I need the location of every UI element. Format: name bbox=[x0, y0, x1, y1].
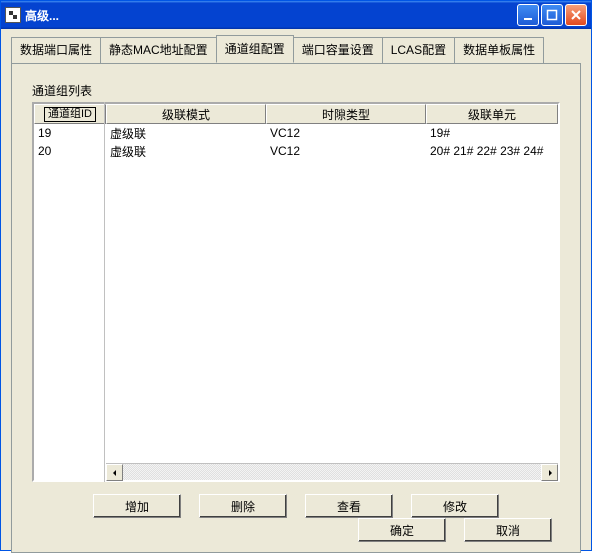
window-buttons bbox=[517, 4, 587, 26]
tab-panel: 通道组列表 通道组ID 级联模式 时隙类型 级联单元 19 虚级联 VC12 1… bbox=[11, 63, 581, 553]
cell-id: 20 bbox=[34, 144, 106, 158]
minimize-button[interactable] bbox=[517, 4, 539, 26]
horizontal-scrollbar[interactable] bbox=[106, 463, 558, 480]
modify-button[interactable]: 修改 bbox=[411, 494, 499, 518]
list-label: 通道组列表 bbox=[32, 82, 92, 99]
cell-slot: VC12 bbox=[266, 126, 426, 140]
titlebar: 高级... bbox=[1, 1, 591, 29]
action-row: 增加 删除 查看 修改 bbox=[12, 494, 580, 518]
column-divider bbox=[104, 102, 105, 482]
table-header: 通道组ID 级联模式 时隙类型 级联单元 bbox=[34, 104, 558, 124]
cancel-button[interactable]: 取消 bbox=[464, 518, 552, 542]
view-button[interactable]: 查看 bbox=[305, 494, 393, 518]
tab-data-port-props[interactable]: 数据端口属性 bbox=[11, 37, 101, 65]
cell-unit: 19# bbox=[426, 126, 558, 140]
scroll-left-button[interactable] bbox=[106, 464, 123, 481]
table-row[interactable]: 20 虚级联 VC12 20# 21# 22# 23# 24# bbox=[34, 142, 558, 160]
cell-unit: 20# 21# 22# 23# 24# bbox=[426, 144, 558, 158]
table-body: 19 虚级联 VC12 19# 20 虚级联 VC12 20# 21# 22# … bbox=[34, 124, 558, 463]
table-row[interactable]: 19 虚级联 VC12 19# bbox=[34, 124, 558, 142]
cell-mode: 虚级联 bbox=[106, 125, 266, 142]
tab-static-mac[interactable]: 静态MAC地址配置 bbox=[100, 37, 217, 65]
client-area: 数据端口属性 静态MAC地址配置 通道组配置 端口容量设置 LCAS配置 数据单… bbox=[1, 29, 591, 550]
scroll-right-button[interactable] bbox=[541, 464, 558, 481]
col-header-unit[interactable]: 级联单元 bbox=[426, 104, 558, 124]
maximize-button[interactable] bbox=[541, 4, 563, 26]
col-header-mode[interactable]: 级联模式 bbox=[106, 104, 266, 124]
window-title: 高级... bbox=[25, 7, 517, 24]
col-header-slot[interactable]: 时隙类型 bbox=[266, 104, 426, 124]
app-icon bbox=[5, 7, 21, 23]
tab-strip: 数据端口属性 静态MAC地址配置 通道组配置 端口容量设置 LCAS配置 数据单… bbox=[1, 29, 591, 63]
scroll-track[interactable] bbox=[123, 464, 541, 480]
cell-id: 19 bbox=[34, 126, 106, 140]
window: 高级... 数据端口属性 静态MAC地址配置 通道组配置 端口容量设置 LCAS… bbox=[0, 0, 592, 551]
cell-slot: VC12 bbox=[266, 144, 426, 158]
tab-lcas[interactable]: LCAS配置 bbox=[382, 37, 455, 65]
cell-mode: 虚级联 bbox=[106, 143, 266, 160]
col-header-id[interactable]: 通道组ID bbox=[34, 104, 106, 124]
delete-button[interactable]: 删除 bbox=[199, 494, 287, 518]
close-button[interactable] bbox=[565, 4, 587, 26]
ok-button[interactable]: 确定 bbox=[358, 518, 446, 542]
tab-port-capacity[interactable]: 端口容量设置 bbox=[293, 37, 383, 65]
channel-group-table: 通道组ID 级联模式 时隙类型 级联单元 19 虚级联 VC12 19# 20 bbox=[32, 102, 560, 482]
col-header-id-label: 通道组ID bbox=[44, 107, 96, 122]
dialog-buttons: 确定 取消 bbox=[358, 518, 552, 542]
tab-channel-group[interactable]: 通道组配置 bbox=[216, 35, 294, 63]
tab-data-board-props[interactable]: 数据单板属性 bbox=[454, 37, 544, 65]
add-button[interactable]: 增加 bbox=[93, 494, 181, 518]
